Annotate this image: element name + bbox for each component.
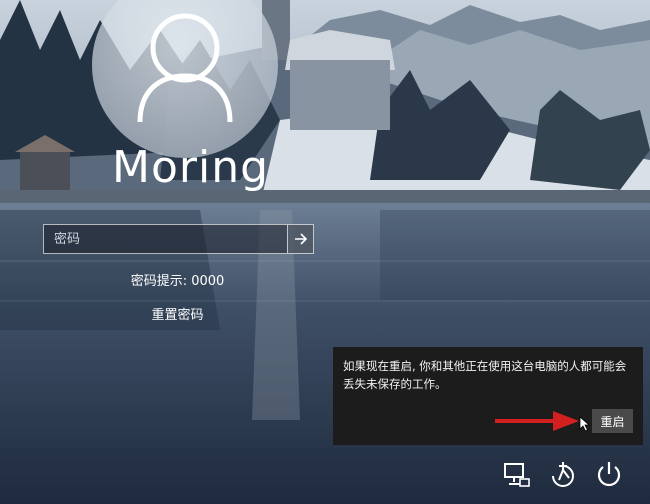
red-arrow-icon xyxy=(495,411,579,431)
mouse-cursor-icon xyxy=(579,416,591,432)
password-input[interactable] xyxy=(43,224,287,254)
arrow-right-icon xyxy=(294,233,307,245)
submit-password-button[interactable] xyxy=(287,224,314,254)
password-hint: 密码提示: 0000 xyxy=(130,274,225,289)
user-name: Moring xyxy=(112,142,270,193)
ease-of-access-button[interactable] xyxy=(546,458,580,492)
restart-warning-panel: 如果现在重启, 你和其他正在使用这台电脑的人都可能会丢失未保存的工作。 重启 xyxy=(333,347,643,445)
user-silhouette-icon xyxy=(137,13,233,123)
network-button[interactable] xyxy=(500,458,534,492)
restart-button[interactable]: 重启 xyxy=(592,409,633,433)
power-button[interactable] xyxy=(592,458,626,492)
network-icon xyxy=(504,463,530,487)
user-avatar xyxy=(92,0,278,158)
reset-password-link[interactable]: 重置密码 xyxy=(0,304,355,323)
accessibility-icon xyxy=(552,462,574,487)
power-icon xyxy=(597,462,621,487)
password-row xyxy=(43,224,314,254)
restart-warning-text: 如果现在重启, 你和其他正在使用这台电脑的人都可能会丢失未保存的工作。 xyxy=(343,359,627,391)
